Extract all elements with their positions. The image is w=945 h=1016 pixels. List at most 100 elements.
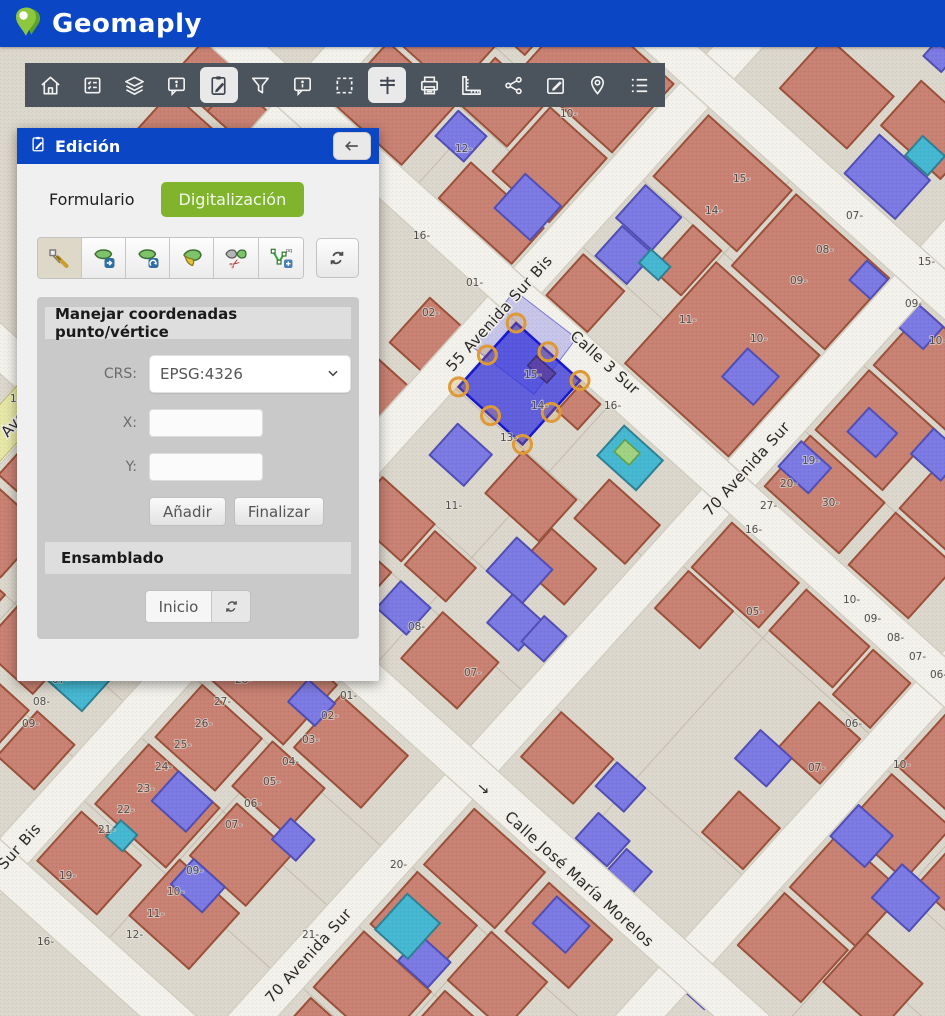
- parcel-label: 27-: [760, 500, 777, 512]
- x-input[interactable]: [149, 409, 263, 437]
- y-input[interactable]: [149, 453, 263, 481]
- assembly-refresh-button[interactable]: [211, 591, 250, 622]
- parcel-label: 20-: [390, 859, 407, 871]
- parcel-label: 30-: [822, 497, 839, 509]
- move-feature-icon[interactable]: [82, 238, 126, 278]
- parcel-label: 14-: [531, 400, 548, 412]
- refresh-icon: [223, 598, 240, 615]
- parcel-label: 08-: [33, 696, 50, 708]
- locate-pin-icon[interactable]: [579, 67, 617, 103]
- parcel-label: 10-: [843, 594, 860, 606]
- draw-tool-icon[interactable]: [38, 238, 82, 278]
- parcel-label: 21-: [98, 824, 115, 836]
- assembly-controls: Inicio: [45, 590, 351, 623]
- parcel-label: 16-: [745, 524, 762, 536]
- parcel-label: 08-: [816, 244, 833, 256]
- parcel-label: 07-: [846, 210, 863, 222]
- parcel-label: 14-: [705, 205, 722, 217]
- parcel-label: 16-: [604, 400, 621, 412]
- add-button[interactable]: Añadir: [149, 497, 226, 526]
- home-icon[interactable]: [31, 67, 69, 103]
- parcel-label: 08-: [887, 632, 904, 644]
- digitization-tools: ✂ pq: [37, 237, 359, 279]
- parcel-label: 26-: [195, 718, 212, 730]
- parcel-label: 21-: [302, 929, 319, 941]
- parcel-label: 06-: [244, 798, 261, 810]
- parcel-label: 12-: [455, 143, 472, 155]
- vertex-tool-icon[interactable]: pq: [259, 238, 303, 278]
- parcel-label: 15-: [524, 369, 541, 381]
- form-checklist-icon[interactable]: [73, 67, 111, 103]
- edit-clipboard-icon[interactable]: [200, 67, 238, 103]
- print-icon[interactable]: [410, 67, 448, 103]
- parcel-label: 09-: [186, 865, 203, 877]
- tab-formulario[interactable]: Formulario: [45, 183, 139, 216]
- crs-select[interactable]: EPSG:4326: [149, 355, 351, 393]
- svg-text:pq: pq: [286, 248, 292, 254]
- legend-list-icon[interactable]: [621, 67, 659, 103]
- refresh-icon: [327, 248, 347, 268]
- parcel-label: 12-: [126, 929, 143, 941]
- tab-digitalizacion[interactable]: Digitalización: [161, 182, 305, 217]
- select-area-icon[interactable]: [326, 67, 364, 103]
- parcel-label: 06-: [930, 669, 945, 681]
- parcel-label: 07-: [225, 819, 242, 831]
- split-feature-icon[interactable]: ✂: [214, 238, 258, 278]
- parcel-label: 03-: [302, 734, 319, 746]
- x-label: X:: [45, 415, 137, 431]
- parcel-label: 19-: [59, 870, 76, 882]
- edit-note-icon[interactable]: [537, 67, 575, 103]
- panel-tabs: Formulario Digitalización: [45, 182, 359, 217]
- refresh-tools-button[interactable]: [316, 238, 359, 278]
- measure-icon[interactable]: [452, 67, 490, 103]
- rotate-feature-icon[interactable]: [126, 238, 170, 278]
- panel-title: Edición: [55, 137, 333, 156]
- finish-button[interactable]: Finalizar: [234, 497, 324, 526]
- crs-label: CRS:: [45, 366, 137, 382]
- parcel-label: 11-: [147, 908, 164, 920]
- parcel-label: 09-: [22, 718, 39, 730]
- digitization-tool-group: ✂ pq: [37, 237, 304, 279]
- parcel-label: 13-: [500, 432, 517, 444]
- parcel-label: 01-: [466, 277, 483, 289]
- app-header: Geomaply: [0, 0, 945, 47]
- share-icon[interactable]: [494, 67, 532, 103]
- info-bubble-icon[interactable]: [157, 67, 195, 103]
- parcel-label: 05-: [746, 606, 763, 618]
- street-sign-icon[interactable]: [368, 67, 406, 103]
- parcel-label: 19-: [802, 455, 819, 467]
- parcel-label: 22-: [117, 804, 134, 816]
- parcel-label: 08-: [408, 621, 425, 633]
- filter-icon[interactable]: [242, 67, 280, 103]
- parcel-label: 11-: [679, 314, 696, 326]
- coords-section-title: Manejar coordenadas punto/vértice: [45, 307, 351, 339]
- x-row: X:: [45, 409, 351, 437]
- parcel-label: 24-: [155, 761, 172, 773]
- coords-buttons: Añadir Finalizar: [149, 497, 351, 526]
- layers-icon[interactable]: [115, 67, 153, 103]
- comment-info-icon[interactable]: [284, 67, 322, 103]
- panel-titlebar: Edición: [17, 128, 379, 164]
- panel-edit-clipboard-icon: [29, 135, 47, 157]
- parcel-label: 10-: [893, 759, 910, 771]
- parcel-label: 10-: [750, 333, 767, 345]
- parcel-label: 04-: [282, 756, 299, 768]
- parcel-label: 15-: [733, 173, 750, 185]
- parcel-label: 09-: [864, 613, 881, 625]
- start-button[interactable]: Inicio: [146, 591, 212, 622]
- assembly-section-title: Ensamblado: [45, 542, 351, 574]
- reshape-feature-icon[interactable]: [170, 238, 214, 278]
- main-toolbar: [25, 63, 665, 107]
- parcel-label: 27-: [214, 696, 231, 708]
- digitization-options: Manejar coordenadas punto/vértice CRS: E…: [37, 297, 359, 639]
- parcel-label: 11-: [445, 500, 462, 512]
- parcel-label: 10-: [560, 108, 577, 120]
- parcel-label: 16-: [413, 230, 430, 242]
- panel-body: Formulario Digitalización ✂: [17, 164, 379, 681]
- y-row: Y:: [45, 453, 351, 481]
- parcel-label: 02-: [422, 307, 439, 319]
- collapse-panel-button[interactable]: [333, 132, 371, 160]
- arrow-left-icon: [342, 136, 362, 156]
- geomaply-logo-icon: [12, 5, 44, 43]
- parcel-label: 09-: [790, 275, 807, 287]
